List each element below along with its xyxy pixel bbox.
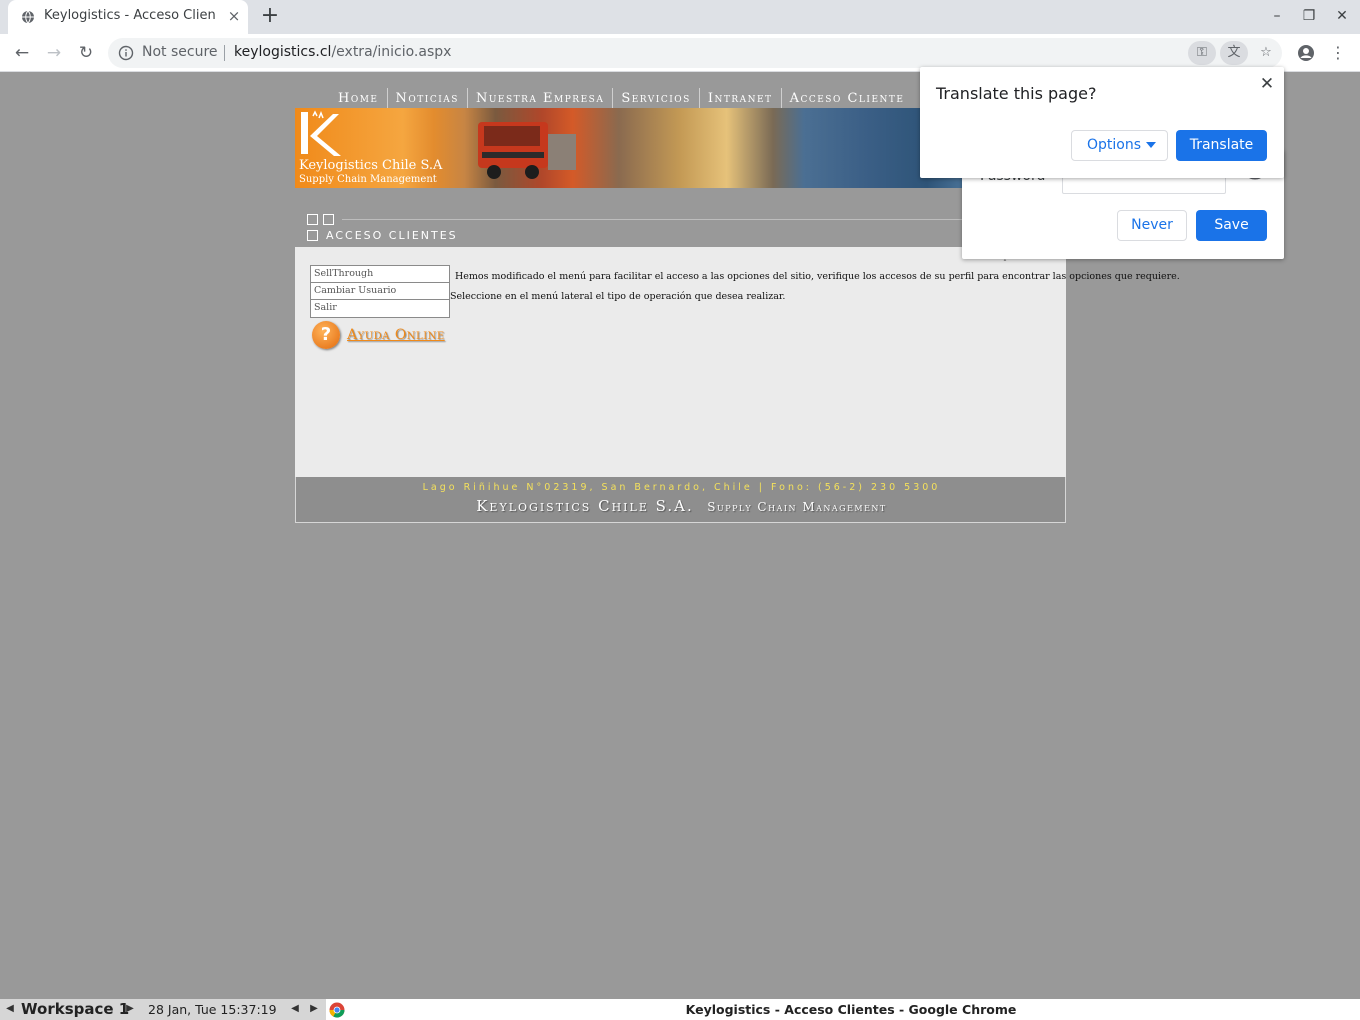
workspace-next-icon[interactable]: ▶ [125, 1002, 135, 1016]
url-text[interactable]: keylogistics.cl/extra/inicio.aspx [234, 44, 451, 60]
translate-button[interactable]: Translate [1176, 130, 1267, 161]
help-online-link[interactable]: Ayuda Online [347, 327, 445, 343]
site-nav: Home Noticias Nuestra Empresa Servicios … [330, 88, 912, 108]
star-icon[interactable]: ☆ [1252, 41, 1280, 65]
workspace-name[interactable]: Workspace 1 [21, 1000, 129, 1018]
tab-strip: Keylogistics - Acceso Clien × + – ❐ ✕ [0, 0, 1360, 34]
footer-brand: Keylogistics Chile S.A. Supply Chain Man… [296, 497, 1067, 515]
maximize-button[interactable]: ❐ [1299, 6, 1319, 26]
nav-servicios[interactable]: Servicios [613, 88, 700, 108]
section-header: ACCESO CLIENTES [295, 188, 1066, 247]
chrome-menu-icon[interactable]: ⋮ [1326, 41, 1350, 65]
window-next-icon[interactable]: ▶ [309, 1002, 319, 1016]
nav-intranet[interactable]: Intranet [700, 88, 782, 108]
truck-photo [478, 122, 576, 179]
info-message: Hemos modificado el menú para facilitar … [455, 271, 1180, 282]
keylogistics-logo [301, 110, 341, 156]
options-label: Options [1087, 137, 1142, 153]
nav-home[interactable]: Home [330, 88, 388, 108]
browser-tab[interactable]: Keylogistics - Acceso Clien × [8, 0, 248, 34]
logo-tagline: Supply Chain Management [299, 174, 437, 185]
security-label[interactable]: Not secure [142, 44, 218, 60]
section-divider [342, 219, 1062, 220]
info-icon[interactable] [118, 45, 134, 61]
nav-noticias[interactable]: Noticias [388, 88, 468, 108]
back-button[interactable]: ← [10, 41, 34, 65]
options-button[interactable]: Options [1071, 130, 1168, 161]
tab-close-icon[interactable]: × [226, 8, 242, 24]
decor-square [307, 214, 318, 225]
translate-title: Translate this page? [936, 84, 1097, 103]
chevron-down-icon [1146, 142, 1156, 148]
chrome-icon[interactable] [329, 1002, 345, 1018]
minimize-button[interactable]: – [1267, 6, 1287, 26]
never-button[interactable]: Never [1117, 210, 1187, 241]
main-content: Enrique Correa SellThrough Cambiar Usuar… [295, 247, 1180, 477]
menu-item-cambiar-usuario[interactable]: Cambiar Usuario [311, 283, 449, 300]
help-icon[interactable]: ? [312, 321, 340, 349]
reload-button[interactable]: ↻ [74, 41, 98, 65]
desktop-taskbar: ◀ Workspace 1 ▶ 28 Jan, Tue 15:37:19 ◀ ▶… [0, 998, 1360, 1020]
omnibox-divider [224, 45, 225, 61]
save-button[interactable]: Save [1196, 210, 1267, 241]
site-footer: Lago Riñihue N°02319, San Bernardo, Chil… [295, 477, 1066, 523]
workspace-prev-icon[interactable]: ◀ [5, 1002, 15, 1016]
nav-nuestra-empresa[interactable]: Nuestra Empresa [468, 88, 614, 108]
menu-item-sellthrough[interactable]: SellThrough [311, 266, 449, 283]
address-bar[interactable]: Not secure keylogistics.cl/extra/inicio.… [108, 38, 1282, 68]
taskbar-window-title[interactable]: Keylogistics - Acceso Clientes - Google … [346, 1002, 1356, 1017]
menu-item-salir[interactable]: Salir [311, 300, 449, 317]
window-close-button[interactable]: ✕ [1332, 6, 1352, 26]
translate-icon[interactable]: 文 [1220, 41, 1248, 65]
key-icon[interactable]: ⚿ [1188, 41, 1216, 65]
side-menu: SellThrough Cambiar Usuario Salir [310, 265, 450, 318]
url-path: /extra/inicio.aspx [331, 44, 452, 60]
close-icon[interactable]: ✕ [1258, 75, 1276, 93]
footer-brand-sub: Supply Chain Management [707, 500, 887, 514]
url-host: keylogistics.cl [234, 44, 332, 60]
footer-address: Lago Riñihue N°02319, San Bernardo, Chil… [422, 482, 941, 493]
tab-title: Keylogistics - Acceso Clien [44, 8, 216, 23]
new-tab-button[interactable]: + [259, 5, 281, 27]
clock: 28 Jan, Tue 15:37:19 [148, 1002, 277, 1017]
decor-square [323, 214, 334, 225]
section-title: ACCESO CLIENTES [326, 229, 458, 242]
workspace-switcher: ◀ Workspace 1 ▶ 28 Jan, Tue 15:37:19 ◀ ▶ [0, 999, 326, 1020]
instruction-message: Seleccione en el menú lateral el tipo de… [450, 291, 786, 302]
window-prev-icon[interactable]: ◀ [290, 1002, 300, 1016]
globe-icon [22, 10, 34, 24]
logo-company-name: Keylogistics Chile S.A [299, 158, 443, 173]
nav-acceso-clientes[interactable]: Acceso Cliente [782, 88, 913, 108]
footer-brand-name: Keylogistics Chile S.A. [476, 497, 694, 515]
profile-icon[interactable] [1294, 41, 1318, 65]
translate-dialog: Translate this page? ✕ Options Translate [920, 67, 1284, 178]
decor-square [307, 230, 318, 241]
forward-button[interactable]: → [42, 41, 66, 65]
